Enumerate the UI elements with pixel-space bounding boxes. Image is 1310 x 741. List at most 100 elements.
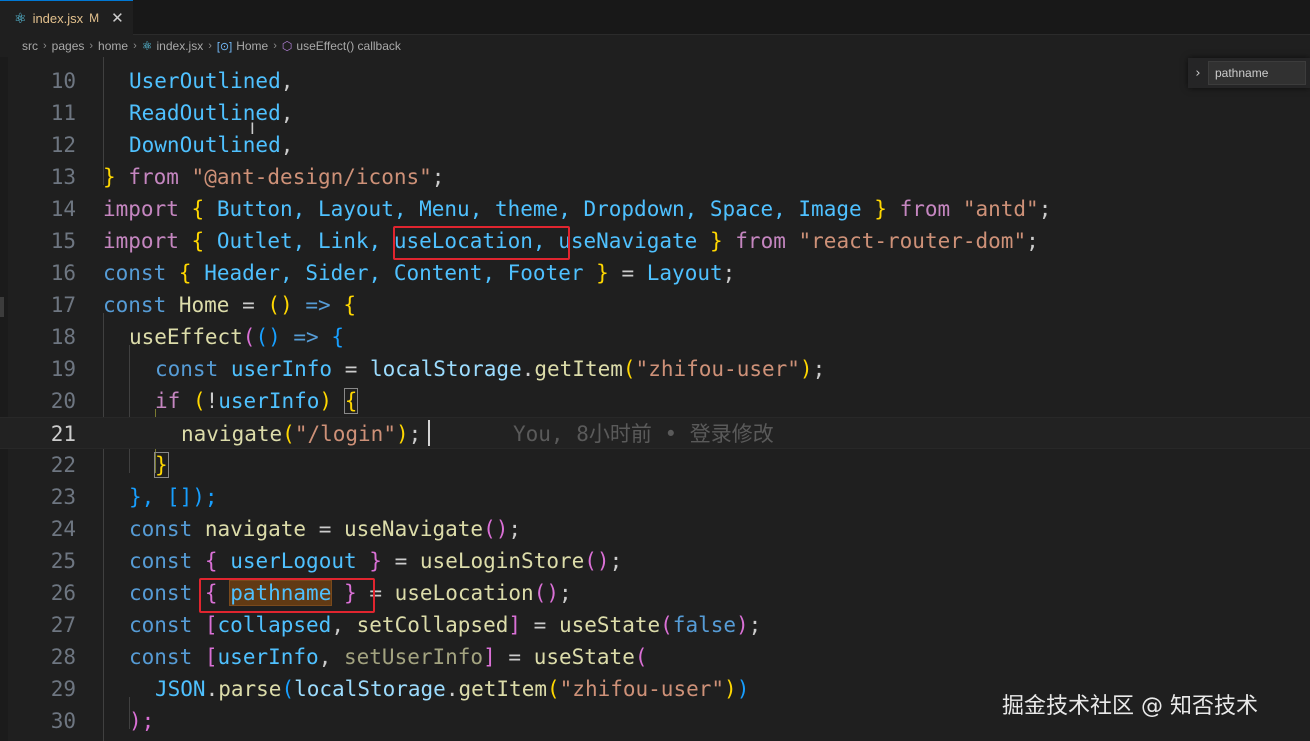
line-number: 11 — [50, 101, 76, 125]
line-number: 30 — [50, 709, 76, 733]
token: getItem — [534, 357, 623, 381]
breadcrumb-home-symbol[interactable]: Home — [236, 39, 268, 53]
token: { — [178, 261, 192, 285]
token: UserOutlined — [129, 69, 281, 93]
token: = — [621, 261, 635, 285]
token: ; — [1038, 197, 1052, 221]
token: localStorage — [294, 677, 446, 701]
token: "antd" — [962, 197, 1039, 221]
token: setCollapsed — [356, 613, 509, 637]
token: } — [103, 165, 116, 189]
tab-bar: ⚛ index.jsx M ✕ — [0, 0, 1310, 35]
token: if — [155, 389, 181, 413]
token: userInfo — [230, 357, 333, 381]
git-blame-annotation: You, 8小时前 • 登录修改 — [513, 422, 774, 446]
token: parse — [218, 677, 282, 701]
token: from — [735, 229, 786, 253]
token: , — [280, 69, 294, 93]
toggle-replace-icon[interactable]: › — [1188, 66, 1208, 81]
code-line: 28 const [userInfo, setUserInfo] = useSt… — [0, 641, 1310, 673]
token: Home — [178, 293, 230, 317]
token: () — [255, 325, 281, 349]
token: "zhifou-user" — [559, 677, 725, 701]
line-number: 14 — [50, 197, 76, 221]
line-number: 19 — [50, 357, 76, 381]
line-number: 20 — [50, 389, 76, 413]
chevron-right-icon: › — [89, 40, 94, 52]
code-line: 11 ReadOutlined, — [0, 97, 1310, 129]
token: navigate — [181, 422, 283, 446]
breadcrumb-src[interactable]: src — [22, 39, 38, 53]
chevron-right-icon: › — [273, 40, 277, 52]
code-line: 16 const { Header, Sider, Content, Foote… — [0, 257, 1310, 289]
token: "zhifou-user" — [635, 357, 800, 381]
token: from — [899, 197, 951, 221]
line-number: 15 — [50, 229, 76, 253]
token: } — [596, 261, 609, 285]
token: = — [394, 549, 408, 573]
code-line: 23 }, []); — [0, 481, 1310, 513]
code-editor[interactable]: 10 UserOutlined, 11 ReadOutlined, 12 Dow… — [0, 57, 1310, 741]
token: Outlet, Link, — [216, 229, 382, 253]
token: . — [521, 357, 535, 381]
code-line: 26 const { pathname } = useLocation(); — [0, 577, 1310, 609]
token: const — [129, 645, 193, 669]
symbol-variable-icon: [⊙] — [216, 40, 233, 53]
token: "react-router-dom" — [798, 229, 1027, 253]
code-line-current: 21 navigate("/login"); You, 8小时前 • 登录修改 — [0, 417, 1310, 449]
breadcrumb-file[interactable]: index.jsx — [157, 39, 204, 53]
token: } — [369, 549, 382, 573]
annotation-box-pathname — [199, 578, 375, 613]
token: collapsed — [217, 613, 332, 637]
breadcrumb-pages[interactable]: pages — [52, 39, 85, 53]
breadcrumb-useeffect[interactable]: useEffect() callback — [296, 39, 401, 53]
token: ; — [1026, 229, 1039, 253]
token: { — [191, 197, 205, 221]
token: userLogout — [230, 549, 357, 573]
token: ; — [559, 581, 572, 605]
line-number: 21 — [50, 422, 76, 446]
line-number: 13 — [50, 165, 76, 189]
token: Button, Layout, Menu, theme, Dropdown, S… — [216, 197, 862, 221]
symbol-method-icon: ⬡ — [281, 39, 293, 53]
modified-badge: M — [89, 11, 100, 25]
token: { — [343, 388, 359, 414]
token: () — [584, 549, 610, 573]
token: () — [267, 293, 293, 317]
chevron-right-icon: › — [208, 40, 212, 52]
line-number: 23 — [50, 485, 76, 509]
token: false — [672, 613, 737, 637]
token: useState — [558, 613, 661, 637]
token: const — [129, 517, 193, 541]
tab-index-jsx[interactable]: ⚛ index.jsx M ✕ — [0, 0, 133, 35]
token: ReadOutlined — [129, 101, 281, 125]
breadcrumb: src › pages › home › ⚛ index.jsx › [⊙] H… — [0, 35, 1310, 57]
token: = — [533, 613, 547, 637]
line-number: 24 — [50, 517, 76, 541]
react-icon: ⚛ — [14, 9, 27, 26]
token: ); — [129, 709, 155, 733]
token: setUserInfo — [344, 645, 484, 669]
breadcrumb-home[interactable]: home — [98, 39, 128, 53]
line-number: 27 — [50, 613, 76, 637]
token: import — [103, 197, 179, 221]
line-number: 26 — [50, 581, 76, 605]
code-line: 20 if (!userInfo) { — [0, 385, 1310, 417]
token: = — [508, 645, 522, 669]
token: getItem — [458, 677, 547, 701]
code-line: 19 const userInfo = localStorage.getItem… — [0, 353, 1310, 385]
token: useEffect — [129, 325, 243, 349]
find-input[interactable]: pathname — [1208, 61, 1306, 85]
token: , — [280, 101, 294, 125]
code-line: 25 const { userLogout } = useLoginStore(… — [0, 545, 1310, 577]
token: } — [709, 229, 723, 253]
code-line: 22 } — [0, 449, 1310, 481]
code-line: 27 const [collapsed, setCollapsed] = use… — [0, 609, 1310, 641]
close-icon[interactable]: ✕ — [111, 9, 124, 27]
token: = — [242, 293, 255, 317]
line-number: 29 — [50, 677, 76, 701]
token: , — [280, 133, 294, 157]
token: } — [874, 197, 887, 221]
token: { — [343, 293, 356, 317]
token: = — [318, 517, 332, 541]
